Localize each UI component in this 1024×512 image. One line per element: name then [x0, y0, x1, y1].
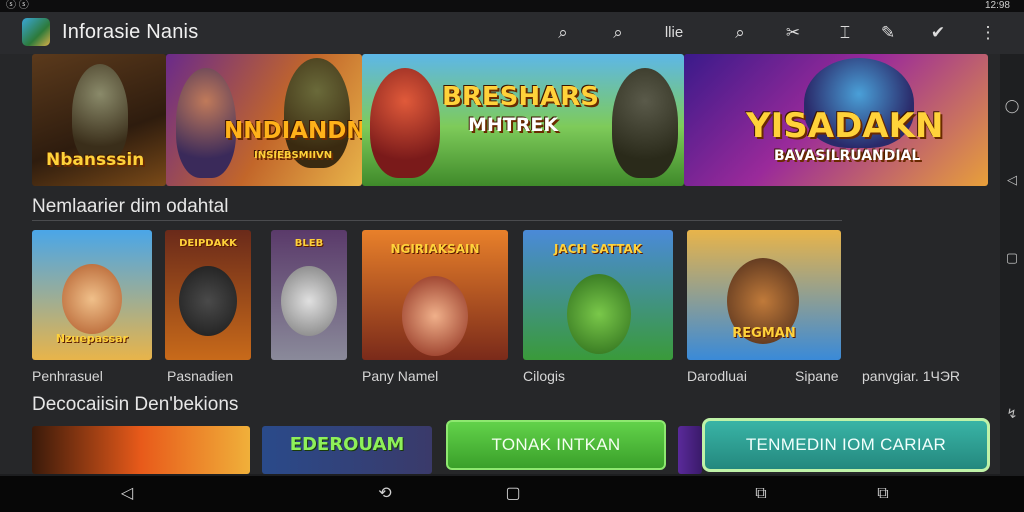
- row2-card-1[interactable]: [32, 426, 250, 474]
- recents-icon[interactable]: ⧉: [750, 484, 772, 504]
- row2-card-3[interactable]: [678, 426, 702, 474]
- status-clock: 12:98: [984, 0, 1010, 11]
- pin-icon[interactable]: ⌶: [834, 22, 856, 44]
- search-icon[interactable]: ⌕: [552, 22, 574, 44]
- game-card-5[interactable]: JACH SATTAK: [523, 230, 673, 360]
- card-6-caption: Darodluai: [687, 368, 747, 384]
- banner-2-title: NNDIANDN: [224, 118, 362, 144]
- quick-action-label[interactable]: Ɩlie: [656, 22, 692, 44]
- recents-icon[interactable]: ⧉: [872, 484, 894, 504]
- app-bar: Inforasie Nanis ⌕ ⌕ Ɩlie ⌕ ✂ ⌶ ✎ ✔ ⋮: [0, 12, 1024, 54]
- section-title-2: Decocaiisin Den'bekions: [32, 394, 239, 415]
- banner-4-title: YISADAKN: [746, 106, 944, 146]
- card-5-caption: Cilogis: [523, 368, 566, 384]
- banner-3-subtitle: MHTREK: [468, 114, 559, 136]
- card-1-art-title: Nzuepassar: [55, 332, 129, 345]
- card-3-art-title: BLEB: [294, 238, 324, 249]
- card-1-caption: Penhrasuel: [32, 368, 103, 384]
- banner-1-title: Nbansssin: [46, 150, 145, 170]
- search-icon[interactable]: ⌕: [607, 22, 629, 44]
- secondary-action-button[interactable]: TENMEDIN IOM CARIAR: [702, 418, 990, 472]
- more-icon[interactable]: ⋮: [977, 22, 999, 44]
- tools-icon[interactable]: ✂: [782, 22, 804, 44]
- section-divider: [32, 220, 842, 221]
- game-card-3[interactable]: BLEB: [271, 230, 347, 360]
- game-card-6[interactable]: REGMAN: [687, 230, 841, 360]
- card-2-art-title: DEIPDAKK: [179, 238, 237, 249]
- home-icon[interactable]: ▢: [502, 484, 524, 504]
- card-5-art-title: JACH SATTAK: [553, 242, 643, 256]
- game-card-1[interactable]: Nzuepassar: [32, 230, 152, 360]
- game-card-4[interactable]: NGIRIAKSAIN: [362, 230, 508, 360]
- card-3-caption: Pany Namel: [362, 368, 439, 384]
- square-icon[interactable]: ▢: [1004, 250, 1020, 266]
- status-bar: ⓢ ⓢ 12:98: [0, 0, 1024, 12]
- extra-caption-2: panvgiar. 1ЧЭR: [862, 368, 960, 384]
- row2-card-2[interactable]: EDEROUAM: [262, 426, 432, 474]
- section-title-1: Nemlaarier dim odahtal: [32, 196, 229, 217]
- rotate-icon[interactable]: ⟲: [374, 484, 396, 504]
- banner-2-subtitle: INSIEBSMIIVN: [254, 150, 333, 161]
- circle-icon[interactable]: ◯: [1004, 98, 1020, 114]
- banner-4-subtitle: BAVASILRUANDIAL: [774, 148, 921, 164]
- game-card-2[interactable]: DEIPDAKK: [165, 230, 251, 360]
- search-icon[interactable]: ⌕: [729, 22, 751, 44]
- app-logo-icon[interactable]: [22, 18, 50, 46]
- side-rail: ◯ ◁ ▢ ↯: [1000, 54, 1024, 474]
- status-left: ⓢ ⓢ: [6, 0, 29, 11]
- shield-icon[interactable]: ✔: [927, 22, 949, 44]
- banner-4[interactable]: YISADAKN BAVASILRUANDIAL: [684, 54, 988, 186]
- edit-icon[interactable]: ✎: [877, 22, 899, 44]
- extra-caption-1: Sipane: [795, 368, 839, 384]
- card-6-art-title: REGMAN: [732, 326, 796, 341]
- banner-3[interactable]: BRESHARS MHTREK: [362, 54, 684, 186]
- banner-1[interactable]: Nbansssin: [32, 54, 166, 186]
- banner-3-title: BRESHARS: [442, 82, 599, 112]
- back-icon[interactable]: ◁: [116, 484, 138, 504]
- back-small-icon[interactable]: ◁: [1004, 172, 1020, 188]
- system-nav-bar: ◁ ⟲ ▢ ⧉ ⧉: [0, 476, 1024, 512]
- row2-card-2-title: EDEROUAM: [289, 434, 405, 455]
- card-4-art-title: NGIRIAKSAIN: [390, 242, 480, 256]
- flash-icon[interactable]: ↯: [1004, 406, 1020, 422]
- banner-2[interactable]: NNDIANDN INSIEBSMIIVN: [166, 54, 362, 186]
- primary-action-button[interactable]: TONAK INTKAN: [446, 420, 666, 470]
- app-title: Inforasie Nanis: [62, 21, 199, 43]
- card-2-caption: Pasnadien: [167, 368, 234, 384]
